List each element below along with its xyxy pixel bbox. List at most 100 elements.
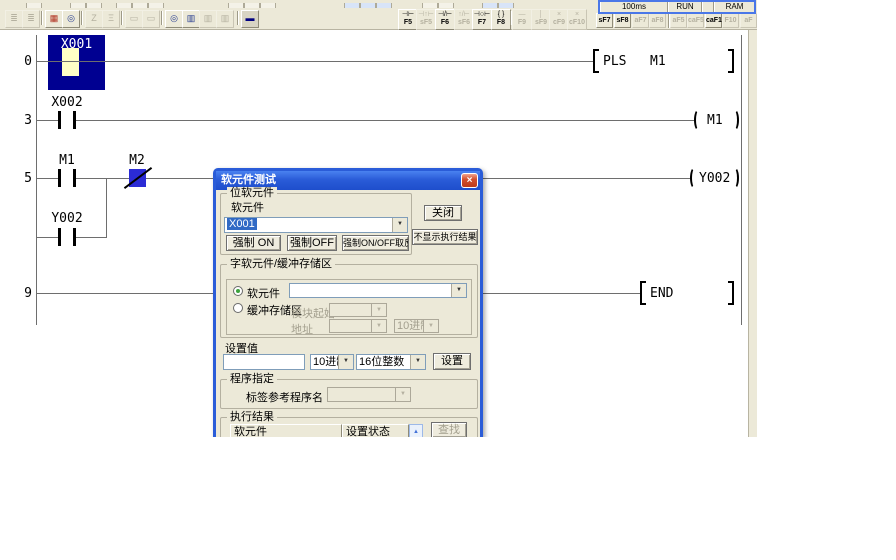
shortcut-sf8-button[interactable]: sF8 — [614, 13, 631, 28]
format-value: 16位整数 — [359, 356, 404, 368]
device-find-icon[interactable]: ◎ — [165, 10, 183, 28]
shortcut-caf10-button[interactable]: caF10 — [705, 13, 722, 28]
hide-results-button[interactable]: 不显示执行结果 — [412, 229, 478, 245]
find-button[interactable]: 查找 — [431, 422, 467, 437]
close-button[interactable]: 关闭 — [424, 205, 462, 221]
address-label: 地址 — [291, 321, 313, 337]
screen-toggle-icon[interactable]: ▬ — [241, 10, 259, 28]
icon-glyph: Z — [91, 13, 97, 23]
window-icon[interactable]: ▭ — [125, 10, 143, 28]
label-ref-combo: ▼ — [327, 387, 411, 402]
ladder-monitor-icon[interactable]: ▦ — [45, 10, 63, 28]
edit-lines-icon[interactable]: ≣ — [5, 10, 23, 28]
set-button[interactable]: 设置 — [433, 353, 471, 370]
list-mode-icon[interactable]: Ξ — [102, 10, 120, 28]
chevron-down-icon[interactable]: ▼ — [392, 218, 407, 232]
coil-f7-button[interactable]: ⊣○⊢F7 — [472, 9, 492, 30]
contact-bar[interactable] — [73, 169, 76, 187]
rung3-wire — [36, 120, 695, 121]
contact-label: M2 — [110, 153, 164, 168]
grid-icon[interactable]: ▥ — [182, 10, 200, 28]
contact-bar[interactable] — [73, 228, 76, 246]
instruction-open-bracket — [593, 49, 599, 73]
close-icon[interactable]: × — [461, 173, 478, 188]
contact-open-f5-button[interactable]: ⊣⊢F5 — [398, 9, 418, 30]
force-off-button[interactable]: 强制OFF — [287, 235, 337, 251]
coil-operand[interactable]: Y002 — [699, 171, 730, 186]
contact-open-icon: ⊣⊢ — [399, 10, 417, 19]
shortcut-caf5-button[interactable]: caF5 — [687, 13, 704, 28]
instruction-close-bracket — [728, 281, 734, 305]
icon-glyph: ◎ — [67, 13, 75, 23]
label-ref-label: 标签参考程序名 — [246, 389, 323, 405]
chevron-down-icon[interactable]: ▼ — [410, 355, 425, 369]
format-combo[interactable]: 16位整数 ▼ — [356, 354, 426, 370]
hline-icon: — — [513, 10, 531, 19]
icon-glyph: ▭ — [130, 13, 139, 23]
monitor-zoom-icon[interactable]: ◎ — [62, 10, 80, 28]
chevron-down-icon[interactable]: ▼ — [451, 284, 466, 297]
group-legend: 字软元件/缓冲存储区 — [227, 258, 335, 270]
scroll-up-icon[interactable]: ▲ — [409, 424, 423, 437]
result-col-status[interactable]: 设置状态 — [342, 424, 409, 437]
window-icon[interactable]: ▭ — [142, 10, 160, 28]
instruction-mnemonic[interactable]: END — [650, 286, 673, 301]
icon-glyph: ▥ — [187, 13, 196, 23]
shortcut-af8-button[interactable]: aF8 — [649, 13, 666, 28]
chevron-down-icon: ▼ — [371, 304, 386, 316]
contact-gap — [61, 111, 73, 129]
right-power-rail — [741, 35, 742, 325]
instruction-operand[interactable]: M1 — [650, 54, 666, 69]
word-device-radio[interactable] — [233, 286, 243, 296]
set-value-input[interactable] — [223, 354, 305, 370]
contact-closed-icon: ⊣/⊢ — [436, 10, 454, 19]
word-device-radio-label: 软元件 — [247, 285, 280, 301]
toolbar-separator — [161, 11, 163, 25]
contact-closed-pulse-sf6-button[interactable]: ↑/⊢sF6 — [454, 9, 474, 30]
vline-sf9-button[interactable]: │sF9 — [531, 9, 551, 30]
shortcut-af5-button[interactable]: aF5 — [670, 13, 687, 28]
window-edge-strip — [748, 30, 757, 437]
hline-f9-button[interactable]: —F9 — [512, 9, 532, 30]
contact-bar[interactable] — [58, 111, 61, 129]
zoom-mode-icon[interactable]: Z — [85, 10, 103, 28]
icon-glyph: ≣ — [27, 13, 35, 23]
instruction-mnemonic[interactable]: PLS — [603, 54, 626, 69]
edit-lines-icon[interactable]: ≣ — [22, 10, 40, 28]
result-col-device[interactable]: 软元件 — [230, 424, 342, 437]
dialog-body: 位软元件 软元件 X001 ▼ 强制 ON 强制OFF 强制ON/OFF取反 关… — [216, 190, 480, 437]
bit-device-combo[interactable]: X001 ▼ — [224, 217, 408, 233]
force-toggle-button[interactable]: 强制ON/OFF取反 — [342, 235, 409, 251]
contact-x001-on-state[interactable] — [62, 48, 79, 76]
contact-bar[interactable] — [73, 111, 76, 129]
delete-vline-cf10-button[interactable]: ×cF10 — [567, 9, 587, 30]
contact-label: M1 — [40, 153, 94, 168]
delete-hline-cf9-button[interactable]: ×cF9 — [549, 9, 569, 30]
contact-gap — [61, 169, 73, 187]
bit-device-group: 位软元件 软元件 X001 ▼ 强制 ON 强制OFF 强制ON/OFF取反 — [220, 193, 412, 255]
shortcut-af-button[interactable]: aF — [740, 13, 757, 28]
instruction-f8-button[interactable]: { }F8 — [491, 9, 511, 30]
base-combo[interactable]: 10进制 ▼ — [310, 354, 354, 370]
contact-open-pulse-sf5-button[interactable]: ⊣↑⊢sF5 — [416, 9, 436, 30]
contact-bar[interactable] — [58, 228, 61, 246]
dialog-title: 软元件测试 — [221, 174, 276, 186]
contact-closed-f6-button[interactable]: ⊣/⊢F6 — [435, 9, 455, 30]
coil-close-paren — [730, 167, 739, 189]
contact-gap — [61, 228, 73, 246]
shortcut-sf7-button[interactable]: sF7 — [596, 13, 613, 28]
shortcut-af7-button[interactable]: aF7 — [632, 13, 649, 28]
word-device-combo[interactable]: ▼ — [289, 283, 467, 298]
chevron-down-icon[interactable]: ▼ — [338, 355, 353, 369]
grid-icon[interactable]: ▥ — [216, 10, 234, 28]
shortcut-f10-button[interactable]: F10 — [722, 13, 739, 28]
grid-icon[interactable]: ▥ — [199, 10, 217, 28]
force-on-button[interactable]: 强制 ON — [226, 235, 281, 251]
instruction-icon: { } — [492, 10, 510, 19]
rung-step-number: 5 — [14, 171, 32, 186]
coil-operand[interactable]: M1 — [707, 113, 723, 128]
address-combo: ▼ — [329, 319, 387, 333]
buffer-memory-radio[interactable] — [233, 303, 243, 313]
contact-bar[interactable] — [58, 169, 61, 187]
plc-status-palette[interactable]: 100ms RUN RAM — [598, 0, 756, 14]
